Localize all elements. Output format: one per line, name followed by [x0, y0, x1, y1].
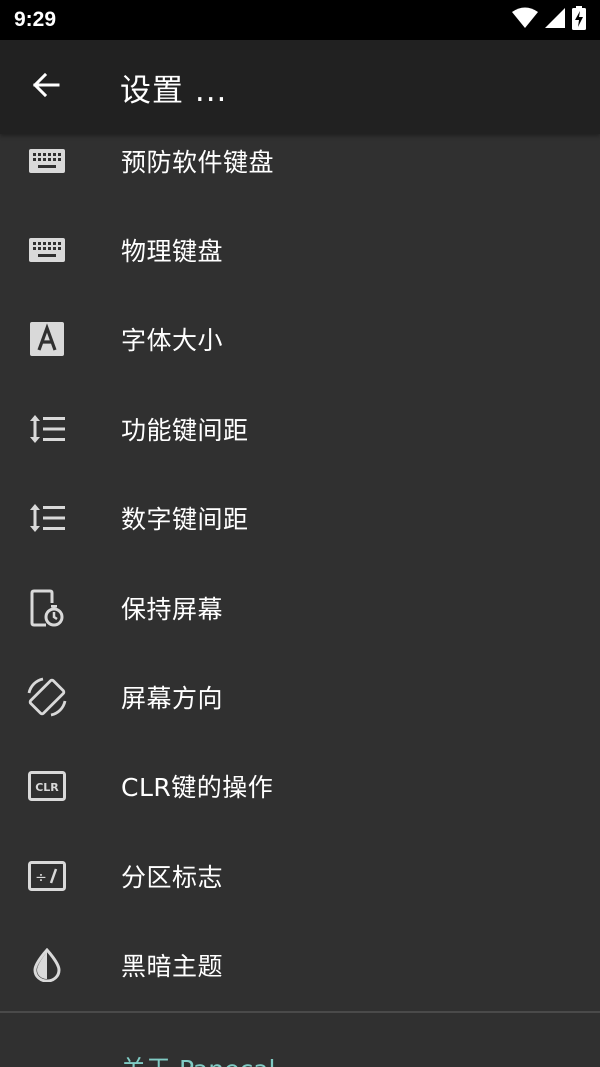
section-divider	[0, 1011, 600, 1013]
app-bar: 设置 ...	[0, 40, 600, 134]
wifi-icon	[512, 7, 538, 33]
settings-screen: 9:29 设置 ... 预防软件键盘 物理键盘 字体大小 功能键间距 数字键间距…	[0, 0, 600, 1067]
setting-label: 黑暗主题	[121, 952, 224, 982]
setting-label: 分区标志	[121, 862, 224, 892]
setting-dark-theme[interactable]: 黑暗主题	[0, 921, 600, 1010]
divide-icon: ÷	[0, 851, 94, 901]
status-icons	[512, 6, 586, 34]
screen-rotation-icon	[0, 672, 94, 722]
setting-label: CLR键的操作	[121, 773, 274, 803]
about-link[interactable]: 关于 Panecal	[121, 1050, 275, 1067]
arrow-back-icon	[32, 71, 60, 103]
setting-number-key-spacing[interactable]: 数字键间距	[0, 474, 600, 563]
setting-label: 预防软件键盘	[121, 147, 275, 177]
setting-label: 屏幕方向	[121, 684, 224, 714]
contrast-icon	[0, 940, 94, 990]
setting-label: 功能键间距	[121, 415, 249, 445]
page-title: 设置 ...	[120, 72, 228, 109]
keyboard-icon	[0, 136, 94, 186]
setting-physical-keyboard[interactable]: 物理键盘	[0, 205, 600, 294]
setting-function-key-spacing[interactable]: 功能键间距	[0, 384, 600, 473]
font-size-icon	[0, 314, 94, 364]
cellular-signal-icon	[544, 7, 566, 33]
setting-label: 字体大小	[121, 326, 224, 356]
clr-icon: CLR	[0, 761, 94, 811]
setting-label: 物理键盘	[121, 237, 224, 267]
line-spacing-icon	[0, 404, 94, 454]
setting-label: 数字键间距	[121, 505, 249, 535]
line-spacing-icon	[0, 493, 94, 543]
back-button[interactable]	[16, 57, 76, 117]
setting-divider-sign[interactable]: ÷ 分区标志	[0, 831, 600, 920]
settings-list: 预防软件键盘 物理键盘 字体大小 功能键间距 数字键间距 保持屏幕 屏幕方向 C…	[0, 116, 600, 1010]
status-bar: 9:29	[0, 0, 600, 40]
screen-timer-icon	[0, 583, 94, 633]
setting-screen-orientation[interactable]: 屏幕方向	[0, 652, 600, 741]
svg-text:CLR: CLR	[35, 781, 59, 794]
battery-charging-icon	[572, 6, 586, 34]
setting-keep-screen-on[interactable]: 保持屏幕	[0, 563, 600, 652]
status-time: 9:29	[14, 8, 57, 31]
setting-label: 保持屏幕	[121, 594, 224, 624]
setting-font-size[interactable]: 字体大小	[0, 295, 600, 384]
setting-clr-key-action[interactable]: CLR CLR键的操作	[0, 742, 600, 831]
svg-text:÷: ÷	[35, 870, 47, 886]
keyboard-icon	[0, 225, 94, 275]
